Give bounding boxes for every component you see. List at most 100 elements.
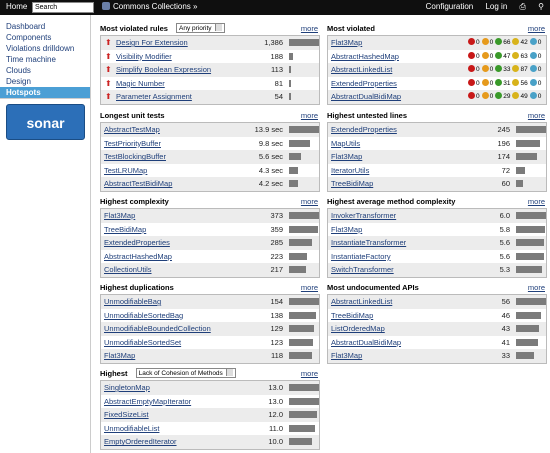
- sidebar-item-violations-drilldown[interactable]: Violations drilldown: [0, 43, 90, 54]
- critical-icon: [481, 65, 489, 73]
- sidebar-item-clouds[interactable]: Clouds: [0, 65, 90, 76]
- row-value: 154: [270, 297, 283, 306]
- row-value: 245: [497, 125, 510, 134]
- value-bar: [516, 325, 539, 333]
- row-link[interactable]: InstantiateTransformer: [331, 236, 406, 250]
- row-link[interactable]: TestBlockingBuffer: [104, 150, 166, 164]
- row-value: 5.3: [499, 265, 510, 275]
- row-link[interactable]: ExtendedProperties: [104, 236, 170, 250]
- row-link[interactable]: Parameter Assignment: [116, 90, 192, 104]
- row-link[interactable]: Flat3Map: [104, 349, 135, 363]
- violation-counts: 0 0 33 87 0: [468, 63, 543, 77]
- row-link[interactable]: AbstractEmptyMapIterator: [104, 395, 191, 409]
- row-value: 217: [270, 265, 283, 275]
- row-link[interactable]: UnmodifiableSortedBag: [104, 309, 183, 323]
- row-value: 11.0: [268, 423, 283, 433]
- minor-count: 56: [520, 79, 528, 87]
- row-link[interactable]: IteratorUtils: [331, 164, 369, 178]
- row-link[interactable]: CollectionUtils: [104, 263, 152, 277]
- sonar-logo[interactable]: sonar: [6, 104, 85, 140]
- sidebar-item-dashboard[interactable]: Dashboard: [0, 21, 90, 32]
- permalink-icon[interactable]: ⚲: [538, 2, 544, 11]
- more-link[interactable]: more: [301, 282, 318, 294]
- critical-count: 0: [489, 66, 494, 74]
- more-link[interactable]: more: [528, 110, 545, 122]
- row-link[interactable]: Flat3Map: [104, 209, 135, 223]
- row-value: 41: [501, 337, 510, 347]
- list: Flat3Map 373 TreeBidiMap 359 ExtendedPropert…: [100, 208, 320, 278]
- row-link[interactable]: TreeBidiMap: [331, 309, 373, 323]
- more-link[interactable]: more: [301, 368, 318, 380]
- home-link[interactable]: Home: [6, 2, 27, 11]
- login-link[interactable]: Log in: [485, 2, 507, 11]
- more-link[interactable]: more: [528, 196, 545, 208]
- row-value: 6.0: [499, 211, 510, 220]
- row-link[interactable]: AbstractLinkedList: [331, 295, 392, 309]
- row-value: 56: [501, 297, 510, 306]
- sidebar-item-components[interactable]: Components: [0, 32, 90, 43]
- row-link[interactable]: Flat3Map: [331, 36, 362, 50]
- priority-select-value: Any priority: [179, 25, 212, 32]
- row-link[interactable]: Flat3Map: [331, 349, 362, 363]
- row-link[interactable]: UnmodifiableList: [104, 422, 159, 436]
- row-link[interactable]: UnmodifiableBag: [104, 295, 161, 309]
- row-link[interactable]: ListOrderedMap: [331, 322, 385, 336]
- row-link[interactable]: EmptyOrderedIterator: [104, 435, 177, 449]
- widget-header: Most violated more: [327, 23, 547, 35]
- sidebar-item-hotspots[interactable]: Hotspots: [0, 87, 90, 98]
- row-link[interactable]: AbstractDualBidiMap: [331, 336, 401, 350]
- table-row: ExtendedProperties 285: [101, 236, 319, 250]
- blocker-icon: [468, 78, 475, 86]
- metric-select[interactable]: Lack of Cohesion of Methods: [135, 368, 236, 378]
- row-link[interactable]: UnmodifiableBoundedCollection: [104, 322, 211, 336]
- row-link[interactable]: FixedSizeList: [104, 408, 149, 422]
- more-link[interactable]: more: [528, 23, 545, 35]
- blocker-icon: [468, 65, 475, 73]
- row-link[interactable]: SwitchTransformer: [331, 263, 394, 277]
- row-link[interactable]: TreeBidiMap: [104, 223, 146, 237]
- more-link[interactable]: more: [528, 282, 545, 294]
- row-link[interactable]: TestLRUMap: [104, 164, 147, 178]
- row-link[interactable]: InstantiateFactory: [331, 250, 391, 264]
- sidebar-item-time-machine[interactable]: Time machine: [0, 54, 90, 65]
- row-link[interactable]: AbstractHashedMap: [331, 50, 399, 64]
- project-selector[interactable]: Commons Collections »: [102, 2, 197, 11]
- value-bar: [516, 298, 546, 305]
- row-link[interactable]: ExtendedProperties: [331, 123, 397, 137]
- row-link[interactable]: AbstractTestBidiMap: [104, 177, 172, 191]
- widget-title: Highest duplications: [100, 283, 174, 292]
- row-link[interactable]: Magic Number: [116, 77, 165, 91]
- search-input[interactable]: Search: [32, 2, 94, 13]
- row-link[interactable]: SingletonMap: [104, 381, 150, 395]
- row-value: 33: [501, 351, 510, 361]
- row-link[interactable]: AbstractHashedMap: [104, 250, 172, 264]
- row-link[interactable]: AbstractLinkedList: [331, 63, 392, 77]
- value-bar: [289, 325, 314, 333]
- row-link[interactable]: Flat3Map: [331, 223, 362, 237]
- row-link[interactable]: Simplify Boolean Expression: [116, 63, 211, 77]
- priority-select[interactable]: Any priority: [176, 23, 225, 33]
- print-icon[interactable]: ⎙: [520, 2, 526, 11]
- row-link[interactable]: ExtendedProperties: [331, 77, 397, 91]
- table-row: UnmodifiableBoundedCollection 129: [101, 322, 319, 336]
- minor-icon: [512, 92, 520, 100]
- configuration-link[interactable]: Configuration: [426, 2, 474, 11]
- blocker-count: 0: [476, 93, 480, 101]
- row-link[interactable]: MapUtils: [331, 137, 360, 151]
- more-link[interactable]: more: [301, 23, 318, 35]
- list: AbstractLinkedList 56 TreeBidiMap 46 ListOrd…: [327, 294, 547, 364]
- row-link[interactable]: UnmodifiableSortedSet: [104, 336, 181, 350]
- row-link[interactable]: Visibility Modifier: [116, 50, 172, 64]
- row-link[interactable]: AbstractDualBidiMap: [331, 90, 401, 104]
- row-link[interactable]: TreeBidiMap: [331, 177, 373, 191]
- widget-header: Highest Lack of Cohesion of Methods more: [100, 368, 320, 380]
- row-link[interactable]: Design For Extension: [116, 36, 188, 50]
- row-link[interactable]: Flat3Map: [331, 150, 362, 164]
- row-link[interactable]: InvokerTransformer: [331, 209, 396, 223]
- more-link[interactable]: more: [301, 196, 318, 208]
- row-link[interactable]: AbstractTestMap: [104, 123, 160, 137]
- more-link[interactable]: more: [301, 110, 318, 122]
- sidebar-item-design[interactable]: Design: [0, 76, 90, 87]
- row-link[interactable]: TestPriorityBuffer: [104, 137, 161, 151]
- row-value: 13.9 sec: [254, 125, 283, 134]
